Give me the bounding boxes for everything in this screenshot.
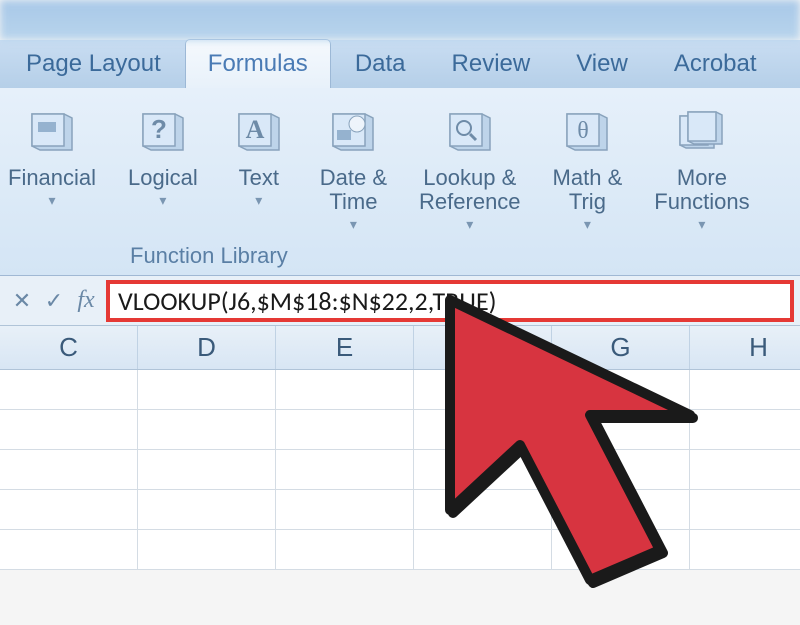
- grid-cell[interactable]: [552, 530, 690, 569]
- financial-label: Financial: [8, 166, 96, 190]
- grid-row: [0, 370, 800, 410]
- formula-input[interactable]: [106, 280, 794, 322]
- grid-cell[interactable]: [414, 410, 552, 449]
- math-trig-icon: θ: [559, 104, 615, 160]
- grid-cell[interactable]: [276, 450, 414, 489]
- chevron-down-icon: ▾: [350, 216, 357, 233]
- ribbon-panel: Financial ▾ ? Logical ▾ A Text ▾ Date & …: [0, 88, 800, 276]
- chevron-down-icon: ▾: [159, 192, 166, 209]
- chevron-down-icon: ▾: [698, 216, 705, 233]
- lookup-reference-button[interactable]: Lookup & Reference ▾: [403, 100, 537, 237]
- svg-text:?: ?: [151, 114, 167, 144]
- grid-cell[interactable]: [690, 530, 800, 569]
- grid-cell[interactable]: [138, 530, 276, 569]
- ribbon-tabs: Page Layout Formulas Data Review View Ac…: [0, 40, 800, 88]
- grid-cell[interactable]: [138, 450, 276, 489]
- date-time-label: Date & Time: [320, 166, 387, 214]
- function-library-label: Function Library: [130, 243, 288, 269]
- math-trig-button[interactable]: θ Math & Trig ▾: [537, 100, 639, 237]
- group-label-bar: Function Library: [0, 237, 800, 271]
- enter-button[interactable]: ✓: [38, 283, 70, 319]
- svg-text:A: A: [245, 115, 264, 144]
- grid-cell[interactable]: [690, 370, 800, 409]
- grid-cell[interactable]: [414, 530, 552, 569]
- grid-cell[interactable]: [276, 370, 414, 409]
- grid-cell[interactable]: [552, 490, 690, 529]
- grid-cell[interactable]: [0, 410, 138, 449]
- lookup-label: Lookup & Reference: [419, 166, 521, 214]
- column-header-e[interactable]: E: [276, 326, 414, 369]
- logical-label: Logical: [128, 166, 198, 190]
- grid-cell[interactable]: [138, 410, 276, 449]
- logical-button[interactable]: ? Logical ▾: [112, 100, 214, 237]
- column-header-h[interactable]: H: [690, 326, 800, 369]
- formula-bar: ✕ ✓ fx: [0, 276, 800, 326]
- financial-button[interactable]: Financial ▾: [8, 100, 112, 237]
- grid-cell[interactable]: [690, 450, 800, 489]
- lookup-icon: [442, 104, 498, 160]
- column-header-c[interactable]: C: [0, 326, 138, 369]
- grid-cell[interactable]: [276, 410, 414, 449]
- grid-cell[interactable]: [0, 530, 138, 569]
- chevron-down-icon: ▾: [584, 216, 591, 233]
- tab-review[interactable]: Review: [430, 40, 553, 88]
- grid-row: [0, 410, 800, 450]
- chevron-down-icon: ▾: [255, 192, 262, 209]
- tab-data[interactable]: Data: [333, 40, 428, 88]
- grid-cell[interactable]: [690, 410, 800, 449]
- grid-cell[interactable]: [0, 450, 138, 489]
- grid-cell[interactable]: [552, 410, 690, 449]
- column-header-d[interactable]: D: [138, 326, 276, 369]
- text-label: Text: [239, 166, 279, 190]
- text-button[interactable]: A Text ▾: [214, 100, 304, 237]
- grid-cell[interactable]: [276, 490, 414, 529]
- text-icon: A: [231, 104, 287, 160]
- grid-cell[interactable]: [0, 370, 138, 409]
- column-header-f[interactable]: F: [414, 326, 552, 369]
- tab-view[interactable]: View: [554, 40, 650, 88]
- spreadsheet-grid[interactable]: [0, 370, 800, 570]
- grid-cell[interactable]: [138, 490, 276, 529]
- grid-row: [0, 530, 800, 570]
- date-time-button[interactable]: Date & Time ▾: [304, 100, 403, 237]
- grid-cell[interactable]: [138, 370, 276, 409]
- grid-row: [0, 450, 800, 490]
- tab-formulas[interactable]: Formulas: [185, 39, 331, 88]
- grid-cell[interactable]: [414, 490, 552, 529]
- grid-cell[interactable]: [276, 530, 414, 569]
- math-trig-label: Math & Trig: [553, 166, 623, 214]
- cancel-button[interactable]: ✕: [6, 283, 38, 319]
- grid-row: [0, 490, 800, 530]
- grid-cell[interactable]: [690, 490, 800, 529]
- function-library-group: Financial ▾ ? Logical ▾ A Text ▾ Date & …: [0, 100, 800, 237]
- title-bar-blurred: [0, 0, 800, 40]
- tab-page-layout[interactable]: Page Layout: [4, 40, 183, 88]
- tab-acrobat[interactable]: Acrobat: [652, 40, 779, 88]
- more-functions-label: More Functions: [654, 166, 749, 214]
- financial-icon: [24, 104, 80, 160]
- grid-cell[interactable]: [414, 450, 552, 489]
- more-functions-button[interactable]: More Functions ▾: [638, 100, 765, 237]
- grid-cell[interactable]: [414, 370, 552, 409]
- chevron-down-icon: ▾: [49, 192, 56, 209]
- chevron-down-icon: ▾: [466, 216, 473, 233]
- column-headers: C D E F G H: [0, 326, 800, 370]
- more-functions-icon: [674, 104, 730, 160]
- grid-cell[interactable]: [552, 370, 690, 409]
- date-time-icon: [325, 104, 381, 160]
- insert-function-button[interactable]: fx: [70, 283, 102, 319]
- logical-icon: ?: [135, 104, 191, 160]
- column-header-g[interactable]: G: [552, 326, 690, 369]
- svg-text:θ: θ: [578, 118, 590, 144]
- grid-cell[interactable]: [0, 490, 138, 529]
- grid-cell[interactable]: [552, 450, 690, 489]
